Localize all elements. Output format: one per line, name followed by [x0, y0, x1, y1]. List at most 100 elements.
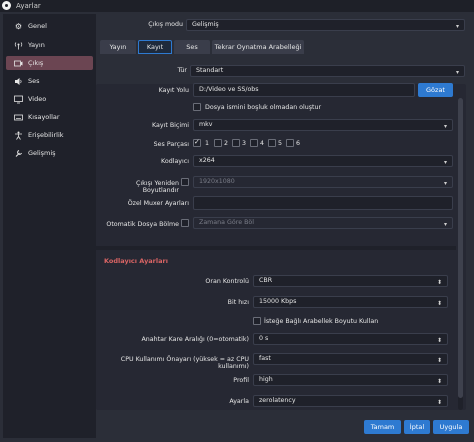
encoder-select[interactable]: x264 ▾ — [193, 155, 453, 167]
tab-yayin[interactable]: Yayın — [100, 40, 136, 54]
no-space-checkbox[interactable] — [193, 103, 201, 111]
audio-track-1-checkbox[interactable] — [193, 138, 201, 147]
chevron-down-icon: ▾ — [455, 69, 459, 76]
auto-split-value: Zamana Göre Böl — [199, 219, 254, 226]
cpu-preset-select[interactable]: fast ⬍ — [253, 353, 448, 365]
section-separator — [96, 246, 456, 250]
rate-control-label: Oran Kontrolü — [205, 278, 249, 285]
profile-select[interactable]: high ⬍ — [253, 374, 448, 386]
output-mode-value: Gelişmiş — [192, 21, 219, 28]
recording-path-input[interactable]: D:/Video ve SS/obs — [193, 83, 415, 97]
audio-track-3-checkbox[interactable] — [232, 139, 240, 147]
output-mode-select[interactable]: Gelişmiş ▾ — [186, 19, 465, 31]
accessibility-icon — [14, 131, 23, 140]
audio-track-2-label: 2 — [224, 140, 229, 147]
auto-split-checkbox[interactable] — [181, 219, 189, 227]
tune-select[interactable]: zerolatency ⬍ — [253, 395, 448, 407]
sidebar-item-kisayollar[interactable]: Kısayollar — [6, 110, 93, 124]
audio-track-1-label: 1 — [205, 140, 210, 147]
sidebar-item-ses[interactable]: Ses — [6, 74, 93, 88]
custom-buffer-label: İsteğe Bağlı Arabellek Boyutu Kullan — [264, 318, 379, 325]
tab-kayit[interactable]: Kayıt — [138, 40, 172, 54]
sidebar-item-label: Ses — [28, 77, 40, 85]
cpu-preset-label: CPU Kullanımı Önayarı (yüksek = az CPU k… — [120, 356, 249, 370]
tab-ses[interactable]: Ses — [174, 40, 210, 54]
rescale-select[interactable]: 1920x1080 ▾ — [193, 176, 453, 188]
sidebar-item-erisebilirlik[interactable]: Erişebilirlik — [6, 128, 93, 142]
sidebar-item-genel[interactable]: ⚙ Genel — [6, 19, 93, 33]
recording-format-select[interactable]: mkv ▾ — [193, 119, 453, 131]
audio-track-4-checkbox[interactable] — [250, 139, 258, 147]
rescale-label: Çıkışı Yeniden Boyutlandır — [135, 180, 179, 194]
profile-label: Profil — [233, 377, 249, 384]
no-space-label: Dosya ismini boşluk olmadan oluştur — [205, 104, 322, 111]
gear-icon: ⚙ — [14, 22, 23, 31]
spinner-icon[interactable]: ⬍ — [437, 299, 442, 309]
sidebar-item-gelismis[interactable]: Gelişmiş — [6, 146, 93, 160]
audio-track-4-label: 4 — [260, 140, 265, 147]
tune-label: Ayarla — [229, 398, 249, 405]
title-bar: Ayarlar — [0, 0, 474, 12]
chevron-down-icon: ▾ — [443, 123, 447, 130]
ok-button[interactable]: Tamam — [364, 420, 401, 434]
sidebar-item-cikis[interactable]: Çıkış — [6, 56, 93, 70]
type-label: Tür — [177, 67, 187, 74]
custom-buffer-checkbox[interactable] — [253, 317, 261, 325]
wrench-icon — [14, 149, 23, 158]
chevron-down-icon: ▾ — [455, 23, 459, 30]
muxer-settings-input[interactable] — [193, 196, 453, 210]
tab-tekrar-oynatma[interactable]: Tekrar Oynatma Arabelleği — [212, 40, 304, 54]
sidebar-item-label: Yayın — [28, 41, 45, 49]
spinner-icon[interactable]: ⬍ — [437, 336, 442, 346]
type-select[interactable]: Standart ▾ — [190, 65, 465, 77]
tune-value: zerolatency — [259, 397, 296, 404]
keyframe-input[interactable]: 0 s ⬍ — [253, 333, 448, 345]
muxer-settings-label: Özel Muxer Ayarları — [127, 200, 189, 207]
rate-control-select[interactable]: CBR ⬍ — [253, 275, 448, 287]
sidebar-item-video[interactable]: Video — [6, 92, 93, 106]
encoder-value: x264 — [199, 157, 215, 164]
sidebar-item-label: Genel — [28, 22, 47, 30]
recording-format-label: Kayıt Biçimi — [152, 122, 189, 129]
keyframe-label: Anahtar Kare Aralığı (0=otomatik) — [141, 336, 250, 343]
audio-track-3-label: 3 — [242, 140, 247, 147]
chevron-down-icon: ▾ — [443, 180, 447, 187]
cancel-button[interactable]: İptal — [404, 420, 430, 434]
auto-split-label: Otomatik Dosya Bölme — [106, 221, 179, 228]
type-value: Standart — [196, 67, 224, 74]
browse-button[interactable]: Gözat — [418, 83, 453, 97]
audio-track-6-label: 6 — [296, 140, 301, 147]
audio-track-5-checkbox[interactable] — [268, 139, 276, 147]
keyboard-icon — [14, 113, 23, 122]
keyframe-value: 0 s — [259, 335, 269, 342]
chevron-updown-icon: ⬍ — [436, 279, 442, 286]
sidebar-item-yayin[interactable]: Yayın — [6, 38, 93, 52]
window-title: Ayarlar — [16, 2, 41, 10]
bitrate-label: Bit hızı — [227, 299, 249, 306]
encoder-label: Kodlayıcı — [161, 158, 189, 165]
rescale-checkbox[interactable] — [181, 178, 189, 186]
sidebar-item-label: Kısayollar — [28, 113, 60, 121]
sidebar-item-label: Video — [28, 95, 47, 103]
output-mode-label: Çıkış modu — [148, 21, 183, 28]
chevron-updown-icon: ⬍ — [436, 357, 442, 364]
sidebar-item-label: Erişebilirlik — [28, 131, 64, 139]
scrollbar-thumb[interactable] — [458, 98, 463, 398]
sidebar-item-label: Gelişmiş — [28, 149, 56, 157]
rescale-value: 1920x1080 — [199, 178, 235, 185]
auto-split-select[interactable]: Zamana Göre Böl ▾ — [193, 217, 453, 229]
broadcast-icon — [14, 41, 23, 50]
obs-logo-icon — [2, 1, 11, 10]
audio-track-label: Ses Parçası — [153, 141, 189, 148]
speaker-icon — [14, 77, 23, 86]
audio-track-6-checkbox[interactable] — [286, 139, 294, 147]
apply-button[interactable]: Uygula — [433, 420, 469, 434]
chevron-updown-icon: ⬍ — [436, 399, 442, 406]
bitrate-input[interactable]: 15000 Kbps ⬍ — [253, 296, 448, 308]
audio-track-2-checkbox[interactable] — [214, 139, 222, 147]
settings-sidebar: ⚙ Genel Yayın Çıkış Ses Video Kısayollar — [3, 14, 96, 438]
recording-format-value: mkv — [199, 121, 213, 128]
bitrate-value: 15000 Kbps — [259, 298, 297, 305]
profile-value: high — [259, 376, 273, 383]
chevron-down-icon: ▾ — [443, 221, 447, 228]
